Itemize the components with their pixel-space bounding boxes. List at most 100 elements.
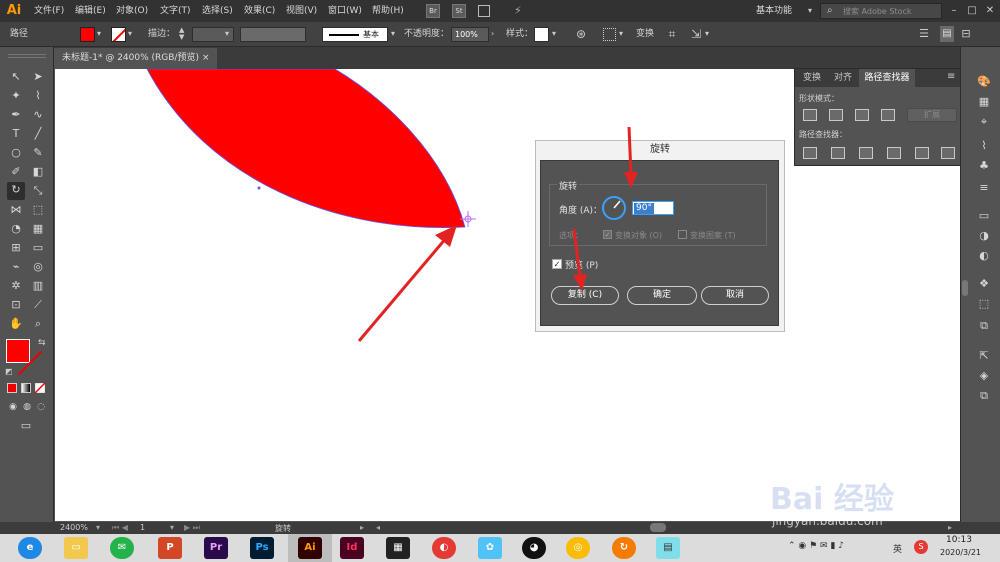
menu-object[interactable]: 对象(O) bbox=[116, 4, 148, 18]
file-explorer-icon[interactable]: ▭ bbox=[64, 537, 88, 559]
expand-button[interactable]: 扩展 bbox=[907, 108, 957, 122]
chevron-down-icon[interactable]: ▾ bbox=[391, 29, 395, 38]
more-options-icon[interactable]: ⇲ bbox=[688, 26, 704, 42]
appearance-icon[interactable]: ◐ bbox=[976, 248, 992, 264]
color-mode-icon[interactable] bbox=[7, 383, 17, 393]
document-tab[interactable]: 未标题-1* @ 2400% (RGB/预览) × bbox=[54, 48, 217, 69]
blend-tool-icon[interactable]: ◎ bbox=[30, 259, 46, 275]
bridge-button[interactable]: Br bbox=[426, 4, 440, 18]
direct-selection-tool-icon[interactable]: ➤ bbox=[30, 69, 46, 85]
stroke-panel-icon[interactable]: ≡ bbox=[976, 180, 992, 196]
status-menu-icon[interactable]: ▸ bbox=[360, 523, 364, 532]
chevron-down-icon[interactable]: ▾ bbox=[96, 523, 100, 532]
lasso-icon[interactable]: ⌇ bbox=[30, 88, 46, 104]
brush-definition[interactable]: 基本 bbox=[322, 27, 388, 42]
clock-time[interactable]: 10:13 bbox=[946, 535, 972, 545]
swap-colors-icon[interactable]: ⇆ bbox=[38, 338, 46, 348]
tray-icons[interactable]: ⌃ ◉ ⚑ ✉ ▮ ♪ bbox=[788, 541, 844, 551]
default-colors-icon[interactable]: ◩ bbox=[5, 367, 13, 376]
menu-help[interactable]: 帮助(H) bbox=[372, 4, 404, 18]
chevron-down-icon[interactable]: ▾ bbox=[705, 29, 709, 38]
stock-button[interactable]: St bbox=[452, 4, 466, 18]
stock-search-input[interactable]: ⌕ 搜索 Adobe Stock bbox=[820, 3, 942, 19]
artboards-icon[interactable]: ⧉ bbox=[976, 388, 992, 404]
trim-icon[interactable] bbox=[831, 147, 845, 159]
scroll-right-icon[interactable]: ▸ bbox=[948, 523, 952, 532]
zoom-level[interactable]: 2400% bbox=[60, 523, 88, 532]
chevron-down-icon[interactable]: ▾ bbox=[619, 29, 623, 38]
arrange-documents-icon[interactable] bbox=[478, 5, 490, 17]
tab-pathfinder[interactable]: 路径查找器 bbox=[859, 69, 915, 87]
illustrator-icon[interactable]: Ai bbox=[298, 537, 322, 559]
free-transform-icon[interactable]: ⬚ bbox=[30, 202, 46, 218]
navigator-icon[interactable]: ⌖ bbox=[976, 114, 992, 130]
eyedropper-icon[interactable]: ⌁ bbox=[8, 259, 24, 275]
chevron-down-icon[interactable]: ▾ bbox=[170, 523, 174, 532]
stroke-stepper[interactable]: ▲ ▼ bbox=[179, 27, 189, 42]
isolate-icon[interactable]: ⌗ bbox=[664, 26, 680, 42]
libraries-icon[interactable]: ⇱ bbox=[976, 348, 992, 364]
photoshop-icon[interactable]: Ps bbox=[250, 537, 274, 559]
scale-tool-icon[interactable]: ⤡ bbox=[30, 183, 46, 199]
symbols-icon[interactable]: ♣ bbox=[976, 158, 992, 174]
gradient-mode-icon[interactable] bbox=[21, 383, 31, 393]
next-artboard-icon[interactable]: ▶ ⏭ bbox=[184, 523, 200, 533]
close-tab-icon[interactable]: × bbox=[202, 48, 210, 69]
brushes-icon[interactable]: ⌇ bbox=[976, 138, 992, 154]
zoom-tool-icon[interactable]: ⌕ bbox=[30, 316, 46, 332]
chevron-down-icon[interactable]: ▾ bbox=[225, 29, 229, 38]
line-tool-icon[interactable]: ╱ bbox=[30, 126, 46, 142]
color-panel-icon[interactable]: 🎨 bbox=[976, 74, 992, 90]
curvature-tool-icon[interactable]: ∿ bbox=[30, 107, 46, 123]
chevron-down-icon[interactable]: ▾ bbox=[97, 29, 101, 38]
align-to-icon[interactable] bbox=[603, 28, 616, 41]
properties-icon[interactable]: ⊟ bbox=[958, 26, 974, 42]
slice-tool-icon[interactable]: ⟋ bbox=[30, 297, 46, 313]
eraser-icon[interactable]: ◧ bbox=[30, 164, 46, 180]
chevron-down-icon[interactable]: ▾ bbox=[808, 6, 812, 15]
toolbar-grip[interactable] bbox=[8, 54, 46, 58]
opacity-field[interactable]: 100% bbox=[451, 27, 489, 42]
unite-icon[interactable] bbox=[803, 109, 817, 121]
maximize-icon[interactable]: □ bbox=[964, 3, 980, 19]
artboard-tool-icon[interactable]: ⊡ bbox=[8, 297, 24, 313]
crop-icon[interactable] bbox=[887, 147, 901, 159]
selection-tool-icon[interactable]: ↖ bbox=[8, 69, 24, 85]
powerpoint-icon[interactable]: P bbox=[158, 537, 182, 559]
asset-export-icon[interactable]: ⧉ bbox=[976, 318, 992, 334]
draw-inside-icon[interactable]: ◌ bbox=[33, 399, 49, 415]
minus-front-icon[interactable] bbox=[829, 109, 843, 121]
minimize-icon[interactable]: – bbox=[946, 3, 962, 19]
layers-icon[interactable]: ◈ bbox=[976, 368, 992, 384]
shaper-tool-icon[interactable]: ✐ bbox=[8, 164, 24, 180]
variable-width-profile[interactable] bbox=[240, 27, 306, 42]
menu-type[interactable]: 文字(T) bbox=[160, 4, 191, 18]
arrange-icon[interactable]: ☰ bbox=[916, 26, 932, 42]
tab-align[interactable]: 对齐 bbox=[828, 69, 858, 87]
tab-transform[interactable]: 变换 bbox=[797, 69, 827, 87]
media-app-icon[interactable]: ◐ bbox=[432, 537, 456, 559]
sogou-icon[interactable]: S bbox=[914, 540, 928, 554]
graphic-styles-icon[interactable]: ❖ bbox=[976, 276, 992, 292]
stroke-swatch[interactable] bbox=[111, 27, 126, 42]
pen-tool-icon[interactable]: ✒ bbox=[8, 107, 24, 123]
merge-icon[interactable] bbox=[859, 147, 873, 159]
close-window-icon[interactable]: ✕ bbox=[982, 3, 998, 19]
intersect-icon[interactable] bbox=[855, 109, 869, 121]
divide-icon[interactable] bbox=[803, 147, 817, 159]
chevron-right-icon[interactable]: › bbox=[491, 29, 494, 38]
width-tool-icon[interactable]: ⋈ bbox=[8, 202, 24, 218]
gradient-tool-icon[interactable]: ▭ bbox=[30, 240, 46, 256]
menu-window[interactable]: 窗口(W) bbox=[328, 4, 362, 18]
menu-select[interactable]: 选择(S) bbox=[202, 4, 233, 18]
menu-effect[interactable]: 效果(C) bbox=[244, 4, 275, 18]
mesh-tool-icon[interactable]: ⊞ bbox=[8, 240, 24, 256]
panel-toggle-icon[interactable]: ▤ bbox=[940, 26, 954, 42]
transform-link[interactable]: 变换 bbox=[636, 28, 654, 41]
fill-swatch[interactable] bbox=[80, 27, 95, 42]
screen-mode-icon[interactable]: ▭ bbox=[18, 418, 34, 434]
rotate-tool-icon[interactable]: ↻ bbox=[7, 182, 25, 200]
minus-back-icon[interactable] bbox=[941, 147, 955, 159]
canvas-vertical-scrollbar[interactable] bbox=[962, 280, 968, 296]
gpu-icon[interactable]: ⚡ bbox=[514, 4, 530, 18]
